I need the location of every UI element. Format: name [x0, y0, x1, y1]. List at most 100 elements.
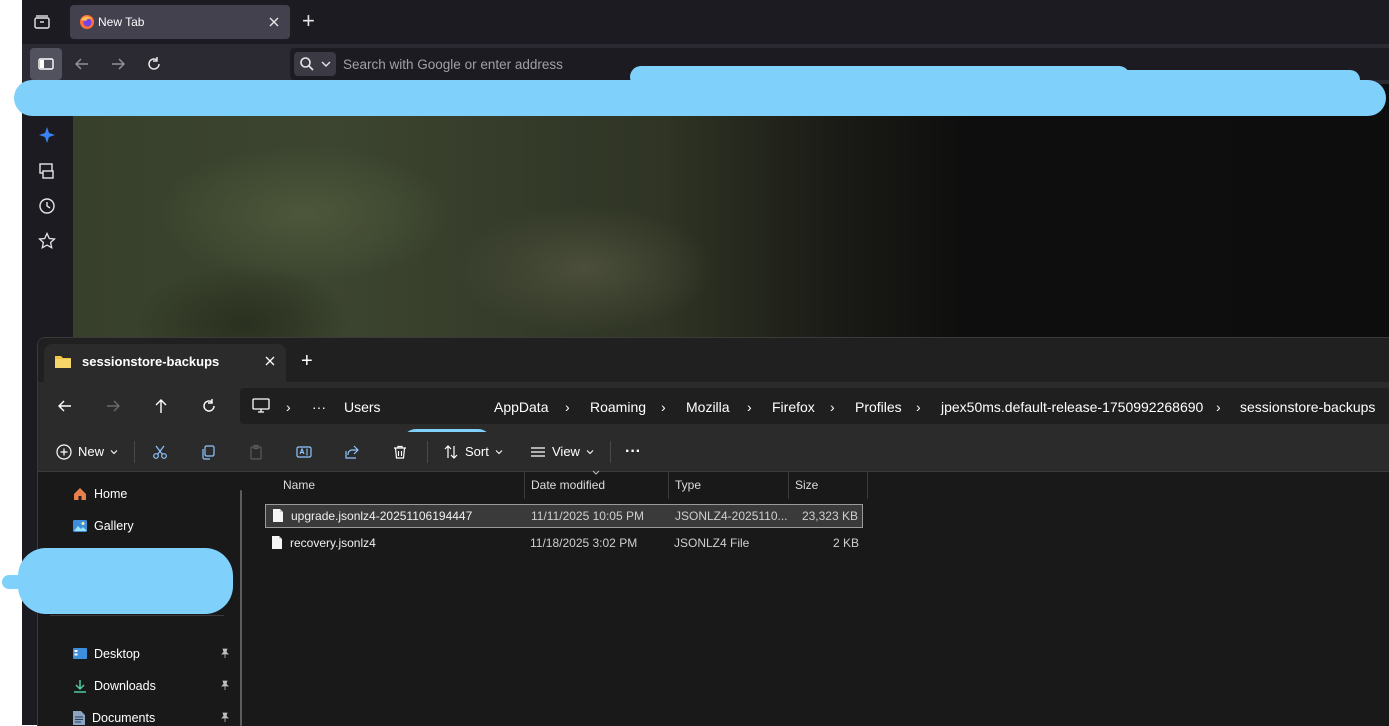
divider	[50, 615, 224, 616]
firefox-icon	[79, 14, 95, 30]
view-button[interactable]: View	[530, 432, 594, 471]
file-size: 23,323 KB	[801, 509, 858, 523]
file-explorer-window: sessionstore-backups + › ··· Users AppDa…	[37, 337, 1389, 726]
back-icon[interactable]	[56, 397, 74, 415]
url-input[interactable]: Search with Google or enter address	[343, 57, 563, 72]
breadcrumb-users[interactable]: Users	[344, 399, 381, 415]
refresh-icon[interactable]	[200, 397, 218, 415]
reload-icon[interactable]	[138, 48, 170, 80]
gallery-icon	[72, 518, 88, 534]
nav-documents-label: Documents	[92, 711, 156, 725]
sort-button[interactable]: Sort	[443, 432, 503, 471]
divider	[427, 441, 428, 463]
copy-icon[interactable]	[200, 432, 216, 471]
divider	[788, 472, 789, 499]
column-header-row: Name Date modified Type Size	[250, 470, 870, 499]
breadcrumb-chevron: ›	[747, 399, 752, 415]
file-date: 11/18/2025 3:02 PM	[530, 536, 638, 550]
explorer-tab[interactable]: sessionstore-backups	[44, 344, 286, 382]
more-options-button[interactable]: ···	[625, 432, 641, 471]
file-name: recovery.jsonlz4	[290, 536, 376, 550]
this-pc-icon[interactable]	[252, 398, 270, 414]
breadcrumb-chevron: ›	[830, 399, 835, 415]
share-icon[interactable]	[344, 432, 360, 471]
chevron-down-icon	[321, 60, 331, 68]
breadcrumb-chevron: ›	[916, 399, 921, 415]
redaction-scribble	[2, 575, 122, 589]
breadcrumb-appdata[interactable]: AppData	[494, 399, 548, 415]
nav-gallery[interactable]: Gallery	[72, 514, 134, 538]
view-label: View	[552, 444, 580, 459]
file-row[interactable]: upgrade.jsonlz4-20251106194447 11/11/202…	[265, 504, 863, 528]
column-date[interactable]: Date modified	[531, 472, 605, 499]
new-explorer-tab-button[interactable]: +	[301, 351, 313, 371]
new-icon	[56, 443, 72, 460]
new-tab-button[interactable]: +	[302, 10, 315, 32]
file-icon	[272, 508, 284, 523]
tab-title: New Tab	[98, 15, 145, 29]
browser-tab[interactable]: New Tab	[70, 5, 290, 39]
breadcrumb-chevron: ›	[661, 399, 666, 415]
breadcrumb-chevron: ›	[286, 399, 291, 415]
nav-home-label: Home	[94, 487, 128, 501]
back-icon[interactable]	[66, 48, 98, 80]
breadcrumb-roaming[interactable]: Roaming	[590, 399, 646, 415]
tab-manager-icon[interactable]	[26, 6, 58, 38]
nav-documents[interactable]: Documents	[72, 706, 230, 726]
pin-icon[interactable]	[220, 712, 230, 722]
close-icon[interactable]	[267, 15, 281, 29]
explorer-body: Home Gallery Desktop Downloads Documents	[38, 470, 1389, 726]
cut-icon[interactable]	[152, 432, 168, 471]
nav-home[interactable]: Home	[72, 482, 127, 506]
rename-icon[interactable]	[296, 432, 312, 471]
breadcrumb-profile[interactable]: jpex50ms.default-release-1750992268690	[941, 399, 1203, 415]
close-icon[interactable]	[264, 355, 276, 367]
history-icon[interactable]	[38, 197, 56, 215]
divider	[524, 472, 525, 499]
ai-chatbot-icon[interactable]	[38, 126, 56, 144]
breadcrumb-current[interactable]: sessionstore-backups	[1240, 399, 1375, 415]
bookmarks-icon[interactable]	[38, 232, 56, 250]
nav-desktop-label: Desktop	[94, 647, 140, 661]
tab-bar: New Tab +	[22, 0, 1389, 44]
delete-icon[interactable]	[392, 432, 408, 471]
address-row: › ··· Users AppData › Roaming › Mozilla …	[38, 382, 1389, 459]
forward-icon[interactable]	[104, 397, 122, 415]
explorer-tab-bar: sessionstore-backups +	[38, 338, 1389, 382]
breadcrumb-more[interactable]: ···	[312, 399, 326, 415]
column-name[interactable]: Name	[283, 472, 315, 499]
search-icon	[299, 56, 315, 72]
breadcrumb-profiles[interactable]: Profiles	[855, 399, 902, 415]
file-type: JSONLZ4-2025110...	[675, 509, 788, 523]
nav-scrollbar[interactable]	[240, 490, 242, 726]
address-bar[interactable]: › ··· Users AppData › Roaming › Mozilla …	[240, 388, 1389, 424]
sort-label: Sort	[465, 444, 489, 459]
new-button[interactable]: New	[56, 432, 118, 471]
column-size[interactable]: Size	[795, 472, 818, 499]
up-icon[interactable]	[152, 397, 170, 415]
pin-icon[interactable]	[220, 680, 230, 690]
breadcrumb-firefox[interactable]: Firefox	[772, 399, 815, 415]
chevron-down-icon	[586, 449, 594, 455]
redaction-scribble	[940, 70, 1360, 90]
file-name: upgrade.jsonlz4-20251106194447	[291, 509, 473, 523]
desktop-icon	[72, 647, 88, 661]
nav-desktop[interactable]: Desktop	[72, 642, 230, 666]
synced-tabs-icon[interactable]	[38, 162, 56, 180]
chevron-down-icon	[495, 449, 503, 455]
breadcrumb-chevron: ›	[565, 399, 570, 415]
column-type[interactable]: Type	[675, 472, 701, 499]
home-icon	[72, 486, 88, 502]
paste-icon[interactable]	[248, 432, 264, 471]
view-icon	[530, 444, 546, 460]
nav-downloads[interactable]: Downloads	[72, 674, 230, 698]
breadcrumb-mozilla[interactable]: Mozilla	[686, 399, 730, 415]
folder-icon	[54, 353, 72, 369]
downloads-icon	[72, 678, 88, 694]
divider	[134, 441, 135, 463]
search-engine-button[interactable]	[294, 52, 336, 76]
sidebar-toggle-icon[interactable]	[30, 48, 62, 80]
pin-icon[interactable]	[220, 648, 230, 658]
forward-icon[interactable]	[102, 48, 134, 80]
file-row[interactable]: recovery.jsonlz4 11/18/2025 3:02 PM JSON…	[265, 532, 863, 556]
